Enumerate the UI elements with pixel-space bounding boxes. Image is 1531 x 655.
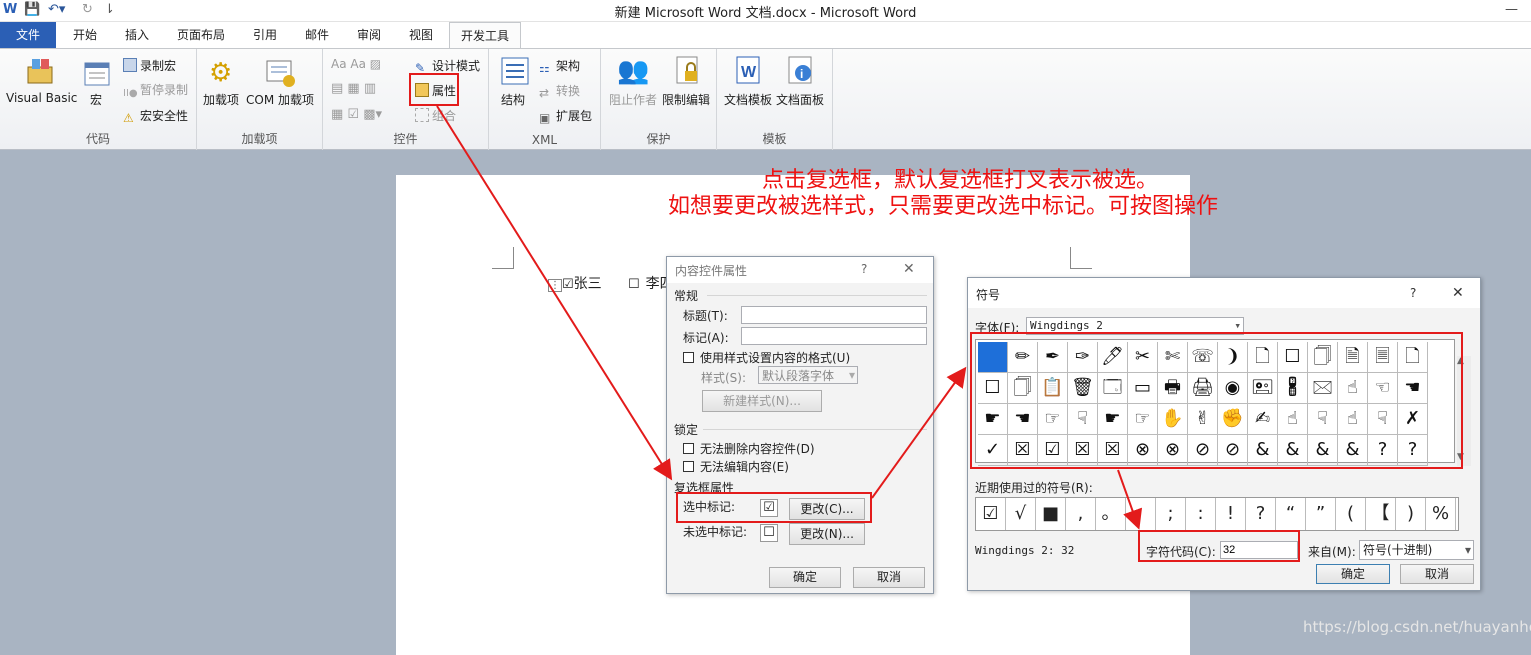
- annotation-arrows: [436, 105, 1143, 530]
- arrow-properties-to-checkbox: [436, 105, 673, 481]
- watermark: https://blog.csdn.net/huayanhe: [1303, 618, 1531, 636]
- arrow-change-to-symbol: [871, 366, 967, 499]
- arrow-grid-to-code: [1117, 469, 1143, 530]
